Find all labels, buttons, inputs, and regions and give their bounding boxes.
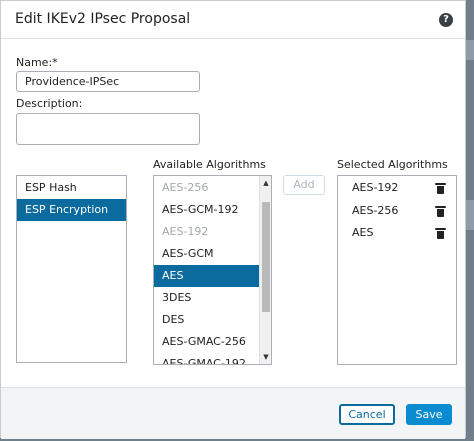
add-button[interactable]: Add xyxy=(283,175,325,195)
trash-icon[interactable] xyxy=(435,228,446,239)
available-item-3des[interactable]: 3DES xyxy=(154,287,271,309)
available-item-aes-gmac-256[interactable]: AES-GMAC-256 xyxy=(154,331,271,353)
available-algorithms-heading: Available Algorithms xyxy=(153,158,266,171)
selected-item-aes-192: AES-192 xyxy=(352,181,399,194)
available-item-aes-256[interactable]: AES-256 xyxy=(154,177,271,199)
selected-item-aes: AES xyxy=(352,226,374,239)
trash-icon[interactable] xyxy=(435,183,446,194)
available-item-aes[interactable]: AES xyxy=(154,265,271,287)
dialog-footer xyxy=(1,387,465,439)
selected-algorithms-heading: Selected Algorithms xyxy=(337,158,448,171)
available-list-scrollbar[interactable]: ▲ ▼ xyxy=(259,176,271,364)
category-list: ESP Hash ESP Encryption xyxy=(16,175,127,363)
dialog-header: Edit IKEv2 IPsec Proposal ? xyxy=(1,1,465,39)
description-input[interactable] xyxy=(16,113,200,145)
selected-item-aes-256: AES-256 xyxy=(352,204,399,217)
category-item-esp-hash[interactable]: ESP Hash xyxy=(17,177,126,199)
available-item-aes-192[interactable]: AES-192 xyxy=(154,221,271,243)
available-item-aes-gmac-192[interactable]: AES-GMAC-192 xyxy=(154,353,271,364)
scroll-up-arrow-icon[interactable]: ▲ xyxy=(262,179,270,187)
help-icon[interactable]: ? xyxy=(439,13,453,27)
description-label: Description: xyxy=(16,97,83,110)
scrollbar-thumb[interactable] xyxy=(262,202,270,312)
save-button[interactable]: Save xyxy=(406,404,452,425)
selected-algorithms-list: AES-192 AES-256 AES xyxy=(337,175,457,365)
category-item-esp-encryption[interactable]: ESP Encryption xyxy=(17,199,126,221)
trash-icon[interactable] xyxy=(435,206,446,217)
scroll-down-arrow-icon[interactable]: ▼ xyxy=(262,353,270,361)
cancel-button[interactable]: Cancel xyxy=(339,404,395,425)
ikev2-ipsec-proposal-dialog: Edit IKEv2 IPsec Proposal ? Name:* Descr… xyxy=(0,0,466,439)
name-label: Name:* xyxy=(16,56,58,69)
available-item-aes-gcm-192[interactable]: AES-GCM-192 xyxy=(154,199,271,221)
name-input[interactable] xyxy=(16,71,200,92)
available-algorithms-list: AES-256 AES-GCM-192 AES-192 AES-GCM AES … xyxy=(153,175,272,365)
dialog-title: Edit IKEv2 IPsec Proposal xyxy=(15,11,191,27)
available-item-aes-gcm[interactable]: AES-GCM xyxy=(154,243,271,265)
available-item-des[interactable]: DES xyxy=(154,309,271,331)
